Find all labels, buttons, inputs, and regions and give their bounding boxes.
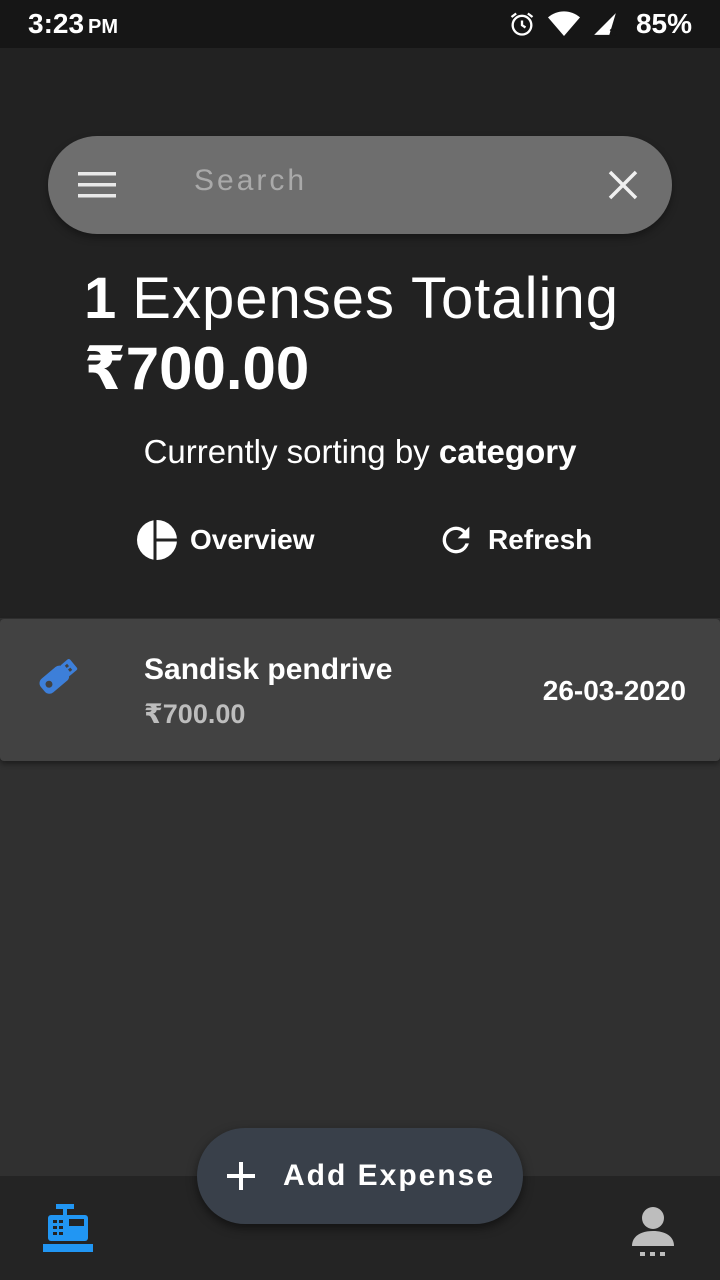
expense-date: 26-03-2020 [542, 675, 686, 706]
status-time-value: 3:23 [28, 8, 85, 39]
add-expense-label: Add Expense [282, 1159, 496, 1192]
refresh-icon [442, 526, 470, 554]
search-input[interactable] [194, 164, 614, 198]
expense-amount: ₹700.00 [144, 699, 246, 729]
status-time: 3:23 PM [28, 8, 118, 40]
summary-label: Expenses Totaling [132, 266, 619, 331]
status-bar: 3:23 PM 85% [0, 0, 720, 48]
signal-icon [594, 13, 617, 36]
status-icons: 85% [508, 8, 692, 40]
plus-icon [226, 1162, 255, 1190]
add-expense-button[interactable]: Add Expense [197, 1128, 523, 1224]
cash-register-icon[interactable] [40, 1202, 96, 1254]
sort-indicator: Currently sorting by category [0, 433, 720, 471]
menu-button[interactable] [74, 162, 120, 208]
status-time-ampm: PM [88, 16, 119, 38]
expense-name: Sandisk pendrive [144, 653, 393, 686]
user-icon[interactable] [630, 1206, 676, 1258]
refresh-label: Refresh [488, 524, 593, 555]
clear-search-button[interactable] [602, 164, 644, 206]
summary-header: 1Expenses Totaling ₹700.00 Currently sor… [0, 48, 720, 618]
expenses-screen: 3:23 PM 85% Search 1 Expenses Totaling ₹… [0, 0, 720, 1280]
overview-label: Overview [190, 524, 315, 555]
expense-count: 1 [84, 266, 117, 331]
sort-prefix: Currently sorting by [143, 433, 430, 470]
overview-button[interactable]: Overview [136, 518, 315, 562]
search-bar[interactable] [48, 136, 672, 234]
battery-level: 85% [635, 8, 692, 39]
total-amount: ₹700.00 [84, 335, 310, 402]
usb-drive-icon [39, 659, 78, 694]
pie-chart-icon [137, 520, 177, 560]
summary-heading: 1 Expenses Totaling [84, 266, 619, 332]
alarm-icon [510, 12, 534, 36]
refresh-button[interactable]: Refresh [436, 518, 592, 562]
menu-icon [78, 172, 116, 198]
expense-list-item[interactable]: Sandisk pendrive ₹700.00 26-03-2020 [0, 619, 720, 761]
sort-value[interactable]: category [439, 433, 577, 470]
expense-summary: 1 Expenses Totaling ₹700.00 [84, 266, 619, 404]
wifi-icon [547, 11, 580, 37]
close-icon [608, 170, 638, 200]
